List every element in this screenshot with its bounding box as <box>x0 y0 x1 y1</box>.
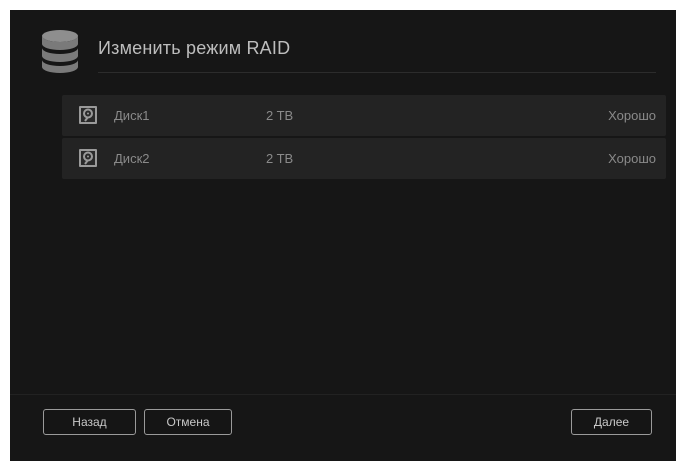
page-title: Изменить режим RAID <box>98 38 291 58</box>
disk-name: Диск1 <box>114 108 150 123</box>
disk-status: Хорошо <box>608 108 656 123</box>
disk-row[interactable]: Диск1 2 TB Хорошо <box>62 95 666 136</box>
disk-name: Диск2 <box>114 151 150 166</box>
next-button[interactable]: Далее <box>571 409 652 435</box>
hard-drive-icon <box>79 106 97 124</box>
footer-divider <box>10 394 676 395</box>
disk-list: Диск1 2 TB Хорошо Диск2 2 TB Хорошо <box>62 95 666 181</box>
database-icon <box>42 30 78 73</box>
disk-status: Хорошо <box>608 151 656 166</box>
cancel-button[interactable]: Отмена <box>144 409 232 435</box>
raid-dialog: Изменить режим RAID Диск1 2 TB Хорошо Ди… <box>10 10 676 461</box>
back-button[interactable]: Назад <box>43 409 136 435</box>
disk-size: 2 TB <box>266 151 294 166</box>
hard-drive-icon <box>79 149 97 167</box>
disk-row[interactable]: Диск2 2 TB Хорошо <box>62 138 666 179</box>
dialog-header: Изменить режим RAID <box>10 10 676 94</box>
disk-size: 2 TB <box>266 108 294 123</box>
title-divider <box>98 72 656 73</box>
